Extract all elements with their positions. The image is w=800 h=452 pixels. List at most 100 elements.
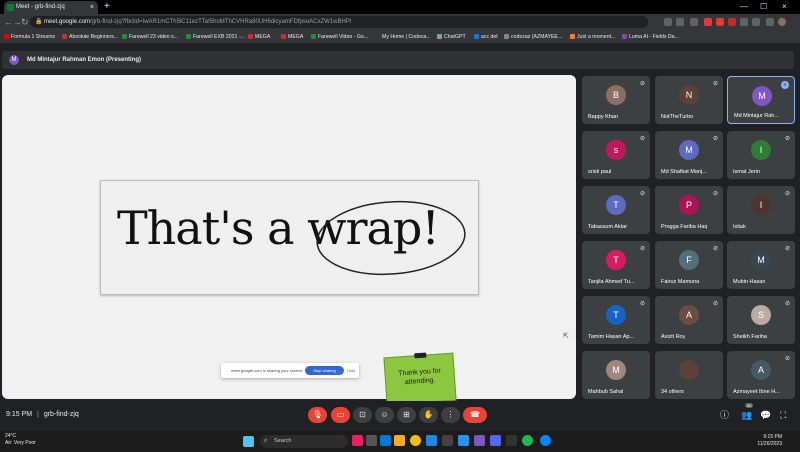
windows-taskbar: 24°C Air: Very Poor ⌕ Search 9:15 PM 11/… [0, 429, 800, 452]
participant-tile[interactable]: B ⊘ Bappy Khan [582, 76, 650, 124]
participant-tile[interactable]: S ⊘ Sheikh Fariha [727, 296, 795, 344]
participant-tile[interactable]: P ⊘ Progga Fariba Haq [655, 186, 723, 234]
hide-button[interactable]: Hide [347, 363, 355, 378]
url-path: /grb-find-zjq?fbclid=IwAR1mCTh5lC11ezTTa… [90, 19, 352, 25]
windows-start-icon[interactable] [243, 436, 254, 447]
weather-widget[interactable]: 24°C Air: Very Poor [5, 433, 36, 447]
app-icon[interactable] [352, 435, 363, 446]
cast-icon[interactable] [664, 18, 672, 26]
task-view-icon[interactable] [366, 435, 377, 446]
bookmark-icon [437, 33, 442, 39]
bookmark-icon [311, 33, 316, 39]
address-bar[interactable]: 🔒 meet.google.com/grb-find-zjq?fbclid=Iw… [30, 16, 648, 28]
extensions-puzzle-icon[interactable] [752, 18, 760, 26]
bookmark-item[interactable]: Farewell 23 video s... [122, 30, 178, 44]
chat-icon[interactable]: 💬 [760, 407, 771, 423]
participant-tile[interactable]: A ⊘ Avizit Roy [655, 296, 723, 344]
info-icon[interactable]: ⓘ [720, 407, 729, 423]
extension-icon[interactable] [740, 18, 748, 26]
profile-avatar[interactable] [778, 18, 786, 26]
tab-title: Meet - grb-find-zjq [16, 4, 65, 10]
mic-muted-icon: ⊘ [784, 301, 790, 307]
file-explorer-icon[interactable] [394, 435, 405, 446]
bookmark-icon [570, 33, 575, 39]
participant-tile[interactable]: I ⊘ Istiak [727, 186, 795, 234]
participant-tile[interactable]: 34 others [655, 351, 723, 399]
end-call-button[interactable]: ☎ [463, 407, 487, 423]
side-panel-icon[interactable] [766, 18, 774, 26]
app-icon[interactable] [540, 435, 551, 446]
steam-icon[interactable] [442, 435, 453, 446]
close-window-button[interactable]: × [782, 0, 787, 14]
raise-hand-button[interactable]: ✋ [419, 407, 438, 423]
zoom-icon[interactable] [676, 18, 684, 26]
people-icon[interactable]: 👥 [741, 407, 752, 423]
bookmark-item[interactable]: Formula 1 Streams [4, 30, 55, 44]
bookmark-item[interactable]: MEGA [281, 30, 303, 44]
system-clock[interactable]: 9:15 PM 11/26/2023 [757, 434, 782, 448]
search-icon: ⌕ [264, 438, 268, 444]
present-button[interactable]: ⊞ [397, 407, 416, 423]
bookmark-star-icon[interactable] [690, 18, 698, 26]
participant-tile[interactable]: M ⊘ Md Shafkat Manj... [655, 131, 723, 179]
maximize-button[interactable]: ☐ [760, 0, 767, 14]
teams-icon[interactable] [474, 435, 485, 446]
tab-meet[interactable]: Meet - grb-find-zjq × [4, 1, 98, 14]
bookmark-item[interactable]: Luma AI - Fields Da... [622, 30, 679, 44]
reload-button[interactable]: ↻ [21, 14, 29, 30]
chrome-icon[interactable] [410, 435, 421, 446]
participant-tile[interactable]: s ⊘ sristi paul [582, 131, 650, 179]
bookmark-item[interactable]: MEGA [248, 30, 270, 44]
app-icon[interactable] [426, 435, 437, 446]
participant-avatar: M [679, 140, 699, 160]
extension-icon[interactable] [728, 18, 736, 26]
tab-close-icon[interactable]: × [90, 1, 94, 14]
back-button[interactable]: ← [4, 14, 13, 30]
participant-tile[interactable]: M ≡ Md Mintajur Rah... [727, 76, 795, 124]
bookmark-label: MEGA [288, 34, 304, 40]
bookmark-item[interactable]: Farewell Video - Go... [311, 30, 368, 44]
bookmark-item[interactable]: Just a moment... [570, 30, 615, 44]
bookmark-item[interactable]: acc det [474, 30, 498, 44]
bookmark-item[interactable]: Absolute Beginners... [62, 30, 118, 44]
minimize-button[interactable]: — [740, 0, 748, 14]
mic-muted-icon: ⊘ [712, 301, 718, 307]
discord-icon[interactable] [490, 435, 501, 446]
participant-tile[interactable]: N ⊘ NotTheTurbo [655, 76, 723, 124]
participant-tile[interactable]: I ⊘ Ismat Jerin [727, 131, 795, 179]
stop-sharing-button[interactable]: Stop sharing [305, 366, 344, 375]
spotify-icon[interactable] [522, 435, 533, 446]
participant-name: 34 others [661, 389, 684, 395]
bookmark-item[interactable]: Farewell EXB 2021 -... [186, 30, 245, 44]
app-icon[interactable] [458, 435, 469, 446]
slide: That's a wrap! [100, 180, 479, 295]
emoji-button[interactable]: ☺ [375, 407, 394, 423]
more-options-button[interactable]: ⋮ [441, 407, 460, 423]
taskbar-search[interactable]: ⌕ Search [260, 435, 348, 448]
participant-tile[interactable]: F ⊘ Fairuz Mamuna [655, 241, 723, 289]
participant-tile[interactable]: M ⊘ Mubin Hasan [727, 241, 795, 289]
participant-tile[interactable]: A ⊘ Azmayeet Ibne H... [727, 351, 795, 399]
edge-icon[interactable] [380, 435, 391, 446]
participant-avatar: B [606, 85, 626, 105]
participant-avatar: I [751, 140, 771, 160]
captions-button[interactable]: ⊡ [353, 407, 372, 423]
bookmark-item[interactable]: codezaz (AZMAYEE... [504, 30, 562, 44]
mic-off-button[interactable]: 🎙 [308, 407, 327, 423]
app-icon[interactable] [506, 435, 517, 446]
participant-avatar: T [606, 305, 626, 325]
participant-tile[interactable]: T ⊘ Tamim Hasan Ap... [582, 296, 650, 344]
extension-icon[interactable] [716, 18, 724, 26]
camera-off-button[interactable]: ▭ [331, 407, 350, 423]
bookmark-icon [62, 33, 67, 39]
participant-tile[interactable]: T ⊘ Tabassum Aktar [582, 186, 650, 234]
participant-tile[interactable]: T ⊘ Tanjila Ahmed Tu... [582, 241, 650, 289]
activities-icon[interactable]: ⛶ [780, 407, 786, 423]
new-tab-button[interactable]: + [104, 0, 110, 14]
participant-tile[interactable]: M Mahbub Sahal [582, 351, 650, 399]
presentation-stage: That's a wrap! Thank you for attending. … [2, 75, 576, 406]
extension-icon[interactable] [704, 18, 712, 26]
bookmark-item[interactable]: ChatGPT [437, 30, 466, 44]
participant-name: Bappy Khan [588, 114, 618, 120]
bookmark-item[interactable]: My Home | Codeca... [382, 30, 431, 44]
